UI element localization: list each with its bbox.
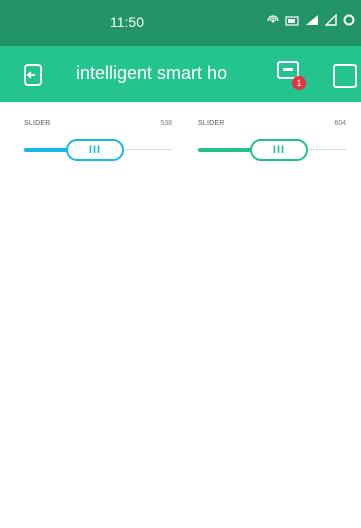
status-icons: [267, 13, 355, 29]
hotspot-icon: [267, 14, 279, 29]
slider-thumb[interactable]: III: [250, 139, 308, 161]
slider-label: SLIDER: [198, 120, 225, 127]
page-title: intelligent smart ho: [76, 63, 228, 83]
slider-fill: [24, 148, 72, 152]
slider-thumb[interactable]: III: [66, 139, 124, 161]
device-button[interactable]: 1: [276, 60, 308, 92]
slider-label: SLIDER: [24, 120, 51, 127]
status-time: 11:50: [110, 14, 144, 30]
notification-badge: 1: [292, 76, 306, 90]
status-bar: 11:50: [0, 0, 361, 46]
app-bar: intelligent smart ho 1: [0, 46, 361, 102]
battery-icon: [343, 14, 355, 29]
signal-icon: [305, 14, 319, 29]
square-button[interactable]: [333, 64, 357, 88]
slider-widget-1[interactable]: SLIDER 538 III: [24, 114, 172, 164]
dashboard-canvas: SLIDER 538 III SLIDER 604 III: [0, 102, 361, 528]
battery-saver-icon: [285, 15, 299, 29]
slider-value: 604: [334, 120, 346, 127]
back-icon: [24, 64, 42, 86]
slider-value: 538: [160, 120, 172, 127]
signal2-icon: [324, 13, 337, 29]
slider-fill: [198, 148, 256, 152]
slider-widget-2[interactable]: SLIDER 604 III: [198, 114, 346, 164]
back-button[interactable]: [20, 62, 46, 88]
